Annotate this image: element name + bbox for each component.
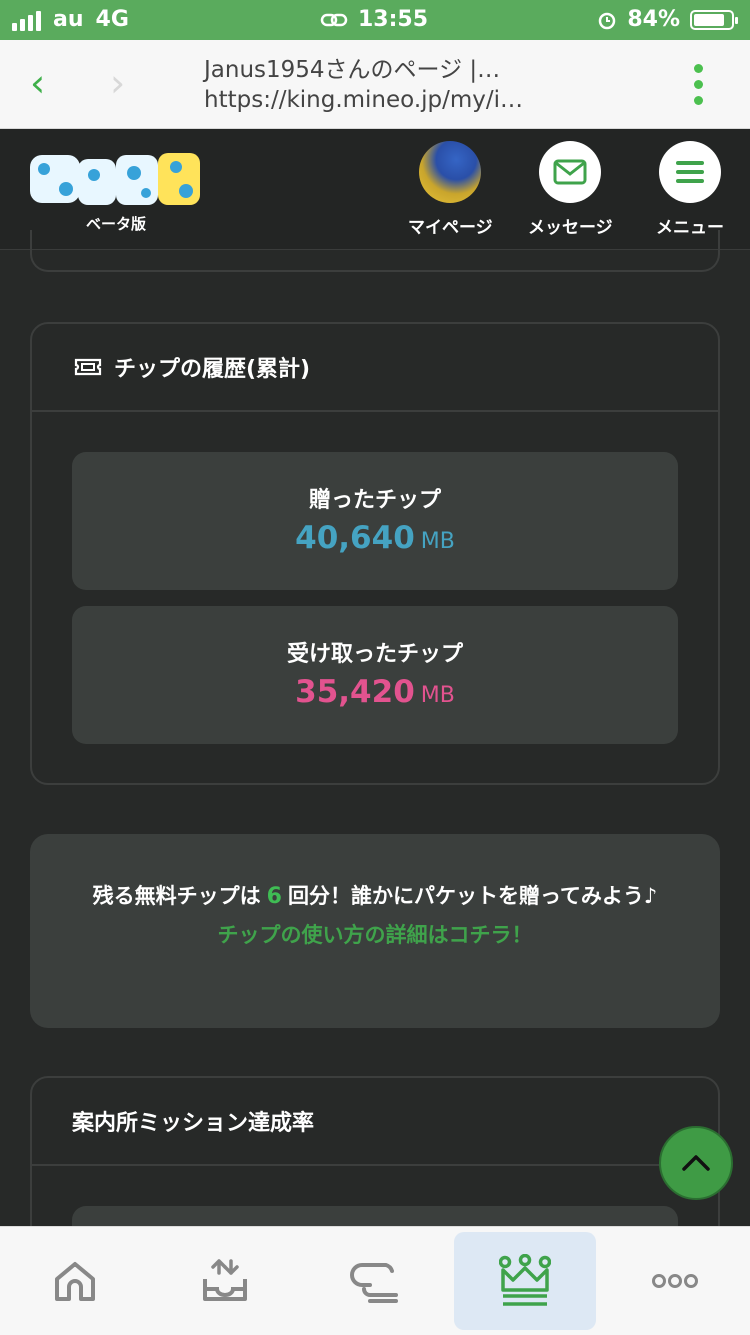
free-tips-message: 残る無料チップは 6 回分！誰かにパケットを贈ってみよう♪ (30, 876, 720, 917)
signal-icon (12, 9, 41, 31)
chat-bubble-icon (350, 1263, 398, 1303)
mission-header: 案内所ミッション達成率 (32, 1078, 718, 1166)
nav-message[interactable]: メッセージ (528, 141, 613, 238)
bottom-nav-chat[interactable] (304, 1227, 446, 1335)
upload-tray-icon (203, 1259, 247, 1301)
hamburger-icon (659, 141, 721, 203)
tips-history-header: チップの履歴(累計) (32, 324, 718, 412)
alarm-icon (599, 12, 616, 29)
status-bar: au 4G 13:55 84% (0, 0, 750, 40)
envelope-icon (539, 141, 602, 203)
battery-icon (690, 9, 738, 30)
received-tips-unit: MB (420, 683, 455, 708)
previous-card-bottom (30, 230, 720, 272)
chevron-up-icon (682, 1155, 710, 1171)
battery-percent: 84% (627, 7, 680, 32)
crown-icon (499, 1254, 551, 1306)
back-arrow-icon[interactable]: ‹ (30, 64, 45, 102)
page-url: https://king.mineo.jp/my/i… (204, 87, 524, 113)
bottom-nav-king[interactable] (454, 1232, 596, 1330)
carrier-label: au (53, 7, 84, 32)
received-tips-box: 受け取ったチップ 35,420 MB (72, 606, 678, 744)
scroll-to-top-button[interactable] (659, 1126, 733, 1200)
page-title-url[interactable]: Janus1954さんのページ |… https://king.mineo.jp… (204, 55, 523, 115)
bottom-nav-home[interactable] (4, 1227, 146, 1335)
forward-arrow-icon[interactable]: › (110, 64, 125, 102)
bottom-nav-more[interactable] (604, 1227, 746, 1335)
network-label: 4G (95, 7, 129, 32)
given-tips-box: 贈ったチップ 40,640 MB (72, 452, 678, 590)
clock-time: 13:55 (358, 7, 429, 32)
mission-title: 案内所ミッション達成率 (72, 1111, 315, 1136)
link-icon (320, 13, 348, 26)
free-tips-notice: 残る無料チップは 6 回分！誰かにパケットを贈ってみよう♪ チップの使い方の詳細はコ… (30, 834, 720, 1028)
tips-history-title: チップの履歴(累計) (114, 357, 311, 382)
received-tips-value: 35,420 MB (72, 674, 678, 710)
bottom-nav (0, 1226, 750, 1335)
home-icon (55, 1262, 95, 1301)
received-tips-label: 受け取ったチップ (286, 642, 463, 667)
tips-history-card: チップの履歴(累計) 贈ったチップ 40,640 MB 受け取ったチップ 35,4… (30, 322, 720, 785)
free-tips-text-after: 回分！誰かにパケットを贈ってみよう♪ (287, 884, 658, 908)
nav-menu[interactable]: メニュー (656, 141, 724, 238)
page-title: Janus1954さんのページ |… (204, 57, 501, 83)
given-tips-unit: MB (420, 529, 455, 554)
browser-toolbar: ‹ › Janus1954さんのページ |… https://king.mine… (0, 40, 750, 129)
nav-mypage[interactable]: マイページ (408, 141, 493, 238)
bottom-nav-share[interactable] (154, 1227, 296, 1335)
ticket-icon (74, 358, 102, 376)
avatar-icon (419, 141, 482, 203)
given-tips-value: 40,640 MB (72, 520, 678, 556)
received-tips-amount: 35,420 (295, 674, 415, 710)
free-tips-text-before: 残る無料チップは (92, 884, 261, 908)
more-dots-icon (652, 1274, 698, 1288)
tips-usage-link[interactable]: チップの使い方の詳細はコチラ！ (30, 917, 720, 953)
mineo-logo[interactable] (30, 149, 202, 213)
free-tips-count: 6 (266, 884, 282, 909)
given-tips-amount: 40,640 (295, 520, 415, 556)
given-tips-label: 贈ったチップ (308, 488, 441, 513)
more-vertical-icon[interactable] (694, 64, 703, 105)
